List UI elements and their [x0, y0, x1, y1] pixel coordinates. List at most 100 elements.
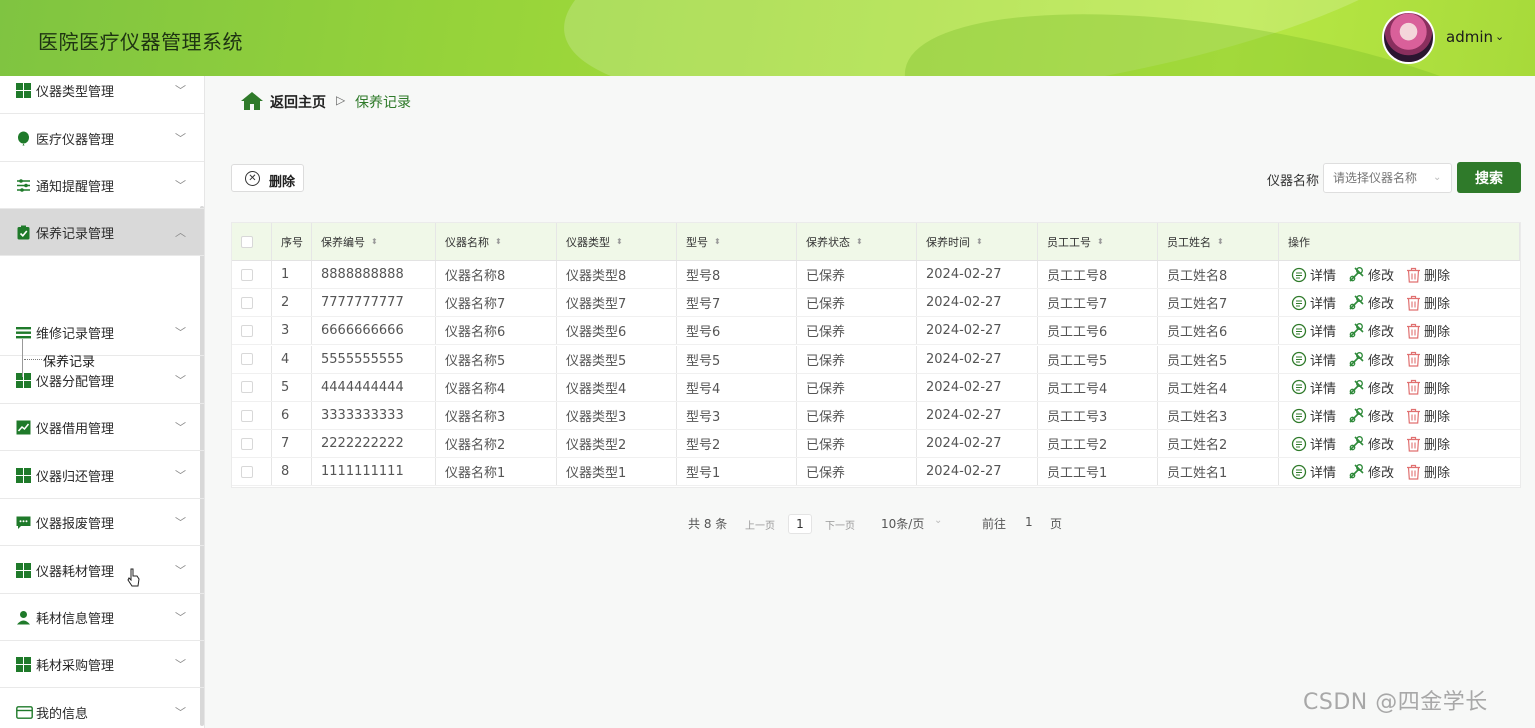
- cell-col-code: 1111111111: [312, 458, 436, 486]
- row-checkbox[interactable]: [241, 409, 253, 422]
- header-col-status[interactable]: 保养状态 ⬍: [797, 223, 917, 260]
- edit-button[interactable]: 修改: [1348, 350, 1394, 369]
- sidebar-item-7[interactable]: 仪器借用管理 ﹀: [0, 404, 204, 451]
- delete-button[interactable]: 删除: [1406, 406, 1450, 425]
- sidebar-item-4[interactable]: 保养记录管理 ︿: [0, 209, 204, 256]
- next-page-button[interactable]: 下一页: [825, 517, 855, 532]
- delete-button[interactable]: 删除: [1406, 378, 1450, 397]
- edit-button[interactable]: 修改: [1348, 462, 1394, 481]
- sort-icon[interactable]: ⬍: [371, 237, 378, 246]
- tools-icon: [1349, 464, 1364, 479]
- detail-button[interactable]: 详情: [1291, 434, 1336, 453]
- select-all-checkbox[interactable]: [241, 235, 253, 248]
- sort-icon[interactable]: ⬍: [1097, 237, 1104, 246]
- cell-col-type: 仪器类型1: [557, 458, 677, 486]
- search-button[interactable]: 搜索: [1457, 162, 1521, 193]
- sidebar-item-8[interactable]: 仪器归还管理 ﹀: [0, 452, 204, 499]
- cell-col-code: 6666666666: [312, 317, 436, 345]
- cell-col-code: 2222222222: [312, 430, 436, 458]
- sidebar-item-12[interactable]: 耗材采购管理 ﹀: [0, 641, 204, 688]
- header-col-code[interactable]: 保养编号 ⬍: [312, 223, 436, 260]
- sidebar-item-1[interactable]: 仪器类型管理 ﹀: [0, 67, 204, 114]
- page-number-1[interactable]: 1: [788, 514, 812, 534]
- goto-page-input[interactable]: 1: [1025, 515, 1033, 529]
- cell-col-status: 已保养: [797, 402, 917, 429]
- header-col-type[interactable]: 仪器类型 ⬍: [557, 223, 677, 260]
- delete-button[interactable]: 删除: [1406, 434, 1450, 453]
- detail-button[interactable]: 详情: [1291, 293, 1336, 312]
- user-menu[interactable]: admin: [1446, 28, 1493, 46]
- edit-button[interactable]: 修改: [1348, 293, 1394, 312]
- edit-button[interactable]: 修改: [1348, 321, 1394, 340]
- sort-icon[interactable]: ⬍: [495, 237, 502, 246]
- cell-col-type: 仪器类型6: [557, 317, 677, 345]
- goto-suffix: 页: [1050, 517, 1063, 531]
- sort-icon[interactable]: ⬍: [976, 237, 983, 246]
- sort-icon[interactable]: ⬍: [856, 237, 863, 246]
- sidebar-item-label: 保养记录管理: [36, 226, 115, 242]
- detail-button[interactable]: 详情: [1291, 265, 1336, 284]
- prev-page-button[interactable]: 上一页: [745, 517, 775, 532]
- sidebar-item-label: 仪器耗材管理: [36, 564, 115, 580]
- delete-button[interactable]: 删除: [1406, 265, 1450, 284]
- cell-col-name: 仪器名称3: [436, 402, 557, 429]
- sidebar-item-9[interactable]: 仪器报废管理 ﹀: [0, 499, 204, 546]
- cell-col-type: 仪器类型8: [557, 261, 677, 288]
- delete-button[interactable]: 删除: [1406, 293, 1450, 312]
- header-col-staff-id[interactable]: 员工工号 ⬍: [1038, 223, 1158, 260]
- cell-col-time: 2024-02-27: [917, 317, 1038, 345]
- cell-col-code: 3333333333: [312, 402, 436, 429]
- row-checkbox[interactable]: [241, 296, 253, 309]
- sidebar-item-10[interactable]: 仪器耗材管理 ﹀: [0, 547, 204, 594]
- batch-delete-button[interactable]: ✕ 删除: [231, 164, 304, 192]
- delete-button[interactable]: 删除: [1406, 321, 1450, 340]
- header-col-model[interactable]: 型号 ⬍: [677, 223, 797, 260]
- header-col-name[interactable]: 仪器名称 ⬍: [436, 223, 557, 260]
- chevron-down-icon[interactable]: ⌄: [934, 515, 942, 526]
- detail-button[interactable]: 详情: [1291, 321, 1336, 340]
- table-row: 8 1111111111 仪器名称1 仪器类型1 型号1 已保养 2024-02-27 员工工…: [232, 458, 1520, 487]
- chevron-down-icon[interactable]: ⌄: [1433, 172, 1441, 183]
- edit-button[interactable]: 修改: [1348, 406, 1394, 425]
- detail-button[interactable]: 详情: [1291, 350, 1336, 369]
- cell-col-type: 仪器类型4: [557, 373, 677, 401]
- edit-button[interactable]: 修改: [1348, 265, 1394, 284]
- page-size-select[interactable]: 10条/页: [881, 515, 924, 532]
- row-checkbox[interactable]: [241, 465, 253, 478]
- detail-button[interactable]: 详情: [1291, 462, 1336, 481]
- breadcrumb-current: 保养记录: [355, 95, 411, 111]
- sidebar-item-2[interactable]: 医疗仪器管理 ﹀: [0, 115, 204, 162]
- row-checkbox[interactable]: [241, 381, 253, 394]
- sidebar-subitem-maintenance-record[interactable]: 保养记录: [0, 333, 204, 383]
- delete-button[interactable]: 删除: [1406, 462, 1450, 481]
- sidebar-item-3[interactable]: 通知提醒管理 ﹀: [0, 162, 204, 209]
- sort-icon[interactable]: ⬍: [616, 237, 623, 246]
- home-icon[interactable]: [240, 91, 264, 111]
- header-col-staff-name[interactable]: 员工姓名 ⬍: [1158, 223, 1279, 260]
- sort-icon[interactable]: ⬍: [714, 237, 721, 246]
- sidebar-item-11[interactable]: 耗材信息管理 ﹀: [0, 594, 204, 641]
- cell-col-staff-id: 员工工号1: [1038, 458, 1158, 486]
- sort-icon[interactable]: ⬍: [1217, 237, 1224, 246]
- breadcrumb-home[interactable]: 返回主页: [270, 92, 326, 112]
- tools-icon: [1349, 323, 1364, 338]
- detail-button[interactable]: 详情: [1291, 406, 1336, 425]
- table-row: 3 6666666666 仪器名称6 仪器类型6 型号6 已保养 2024-02-27 员工工…: [232, 317, 1520, 346]
- row-checkbox[interactable]: [241, 353, 253, 366]
- header-col-time[interactable]: 保养时间 ⬍: [917, 223, 1038, 260]
- detail-button[interactable]: 详情: [1291, 378, 1336, 397]
- edit-button[interactable]: 修改: [1348, 378, 1394, 397]
- row-checkbox[interactable]: [241, 437, 253, 450]
- chevron-down-icon: ﹀: [175, 564, 186, 577]
- row-checkbox[interactable]: [241, 268, 253, 281]
- cell-col-time: 2024-02-27: [917, 289, 1038, 317]
- edit-button[interactable]: 修改: [1348, 434, 1394, 453]
- cell-col-time: 2024-02-27: [917, 373, 1038, 401]
- avatar[interactable]: [1382, 11, 1435, 64]
- cell-col-model: 型号3: [677, 402, 797, 429]
- card-icon: [16, 705, 33, 720]
- sidebar-item-13[interactable]: 我的信息 ﹀: [0, 689, 204, 728]
- chevron-down-icon[interactable]: ⌄: [1495, 30, 1504, 43]
- delete-button[interactable]: 删除: [1406, 350, 1450, 369]
- row-checkbox[interactable]: [241, 324, 253, 337]
